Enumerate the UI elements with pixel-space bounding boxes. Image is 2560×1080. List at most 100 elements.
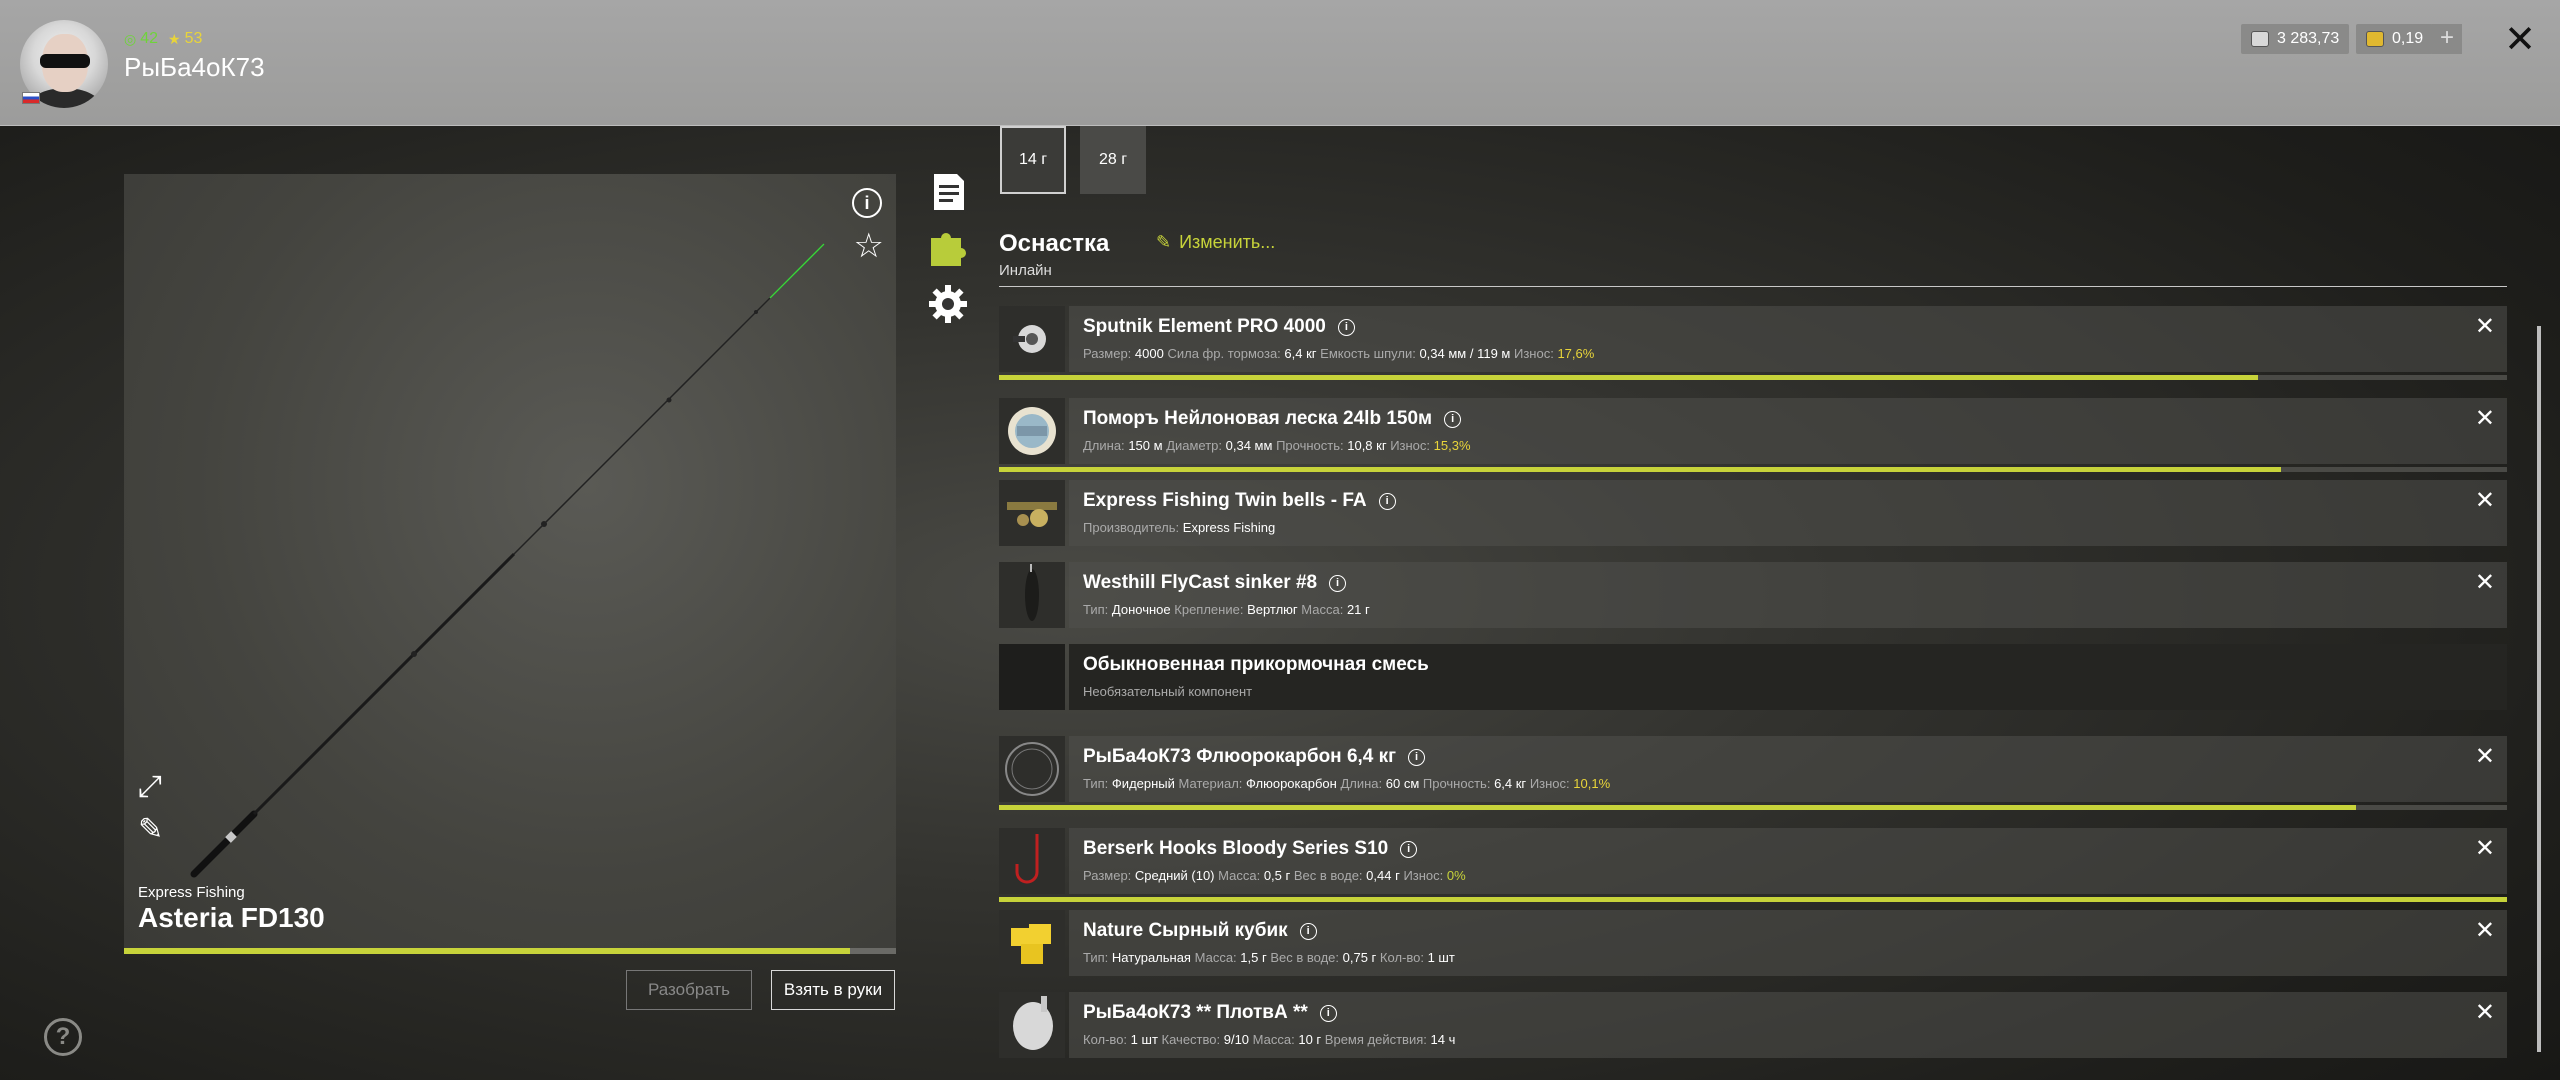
item-thumbnail bbox=[999, 736, 1065, 802]
tackle-item[interactable]: Westhill FlyCast sinker #8 i Тип: Доночное… bbox=[999, 562, 2507, 628]
prop-label: Износ: bbox=[1390, 438, 1431, 453]
prop-label: Диаметр: bbox=[1166, 438, 1223, 453]
prop-label: Крепление: bbox=[1174, 602, 1244, 617]
prop-label: Износ: bbox=[1529, 776, 1570, 791]
info-icon[interactable]: i bbox=[1408, 748, 1426, 766]
gear-icon[interactable] bbox=[928, 284, 968, 324]
prop-value: 0,5 г bbox=[1263, 868, 1291, 883]
info-icon[interactable]: i bbox=[852, 188, 882, 218]
rank-value: 53 bbox=[184, 30, 203, 47]
info-icon[interactable]: i bbox=[1299, 922, 1317, 940]
remove-item-icon[interactable]: ✕ bbox=[2475, 998, 2495, 1027]
prop-value: 0,75 г bbox=[1342, 950, 1377, 965]
disassemble-button[interactable]: Разобрать bbox=[626, 970, 752, 1010]
expand-icon[interactable]: ⤢ bbox=[138, 770, 162, 804]
tackle-item[interactable]: РыБа4оК73 ** ПлотвА ** i Кол-во: 1 шт Каче… bbox=[999, 992, 2507, 1058]
prop-label: Кол-во: bbox=[1379, 950, 1424, 965]
section-divider bbox=[999, 286, 2507, 287]
item-name: РыБа4оК73 Флюорокарбон 6,4 кг bbox=[1083, 746, 1397, 767]
silver-value: 3 283,73 bbox=[2277, 30, 2340, 47]
tackle-item[interactable]: Обыкновенная прикормочная смесь Необязате… bbox=[999, 644, 2507, 710]
description-icon[interactable] bbox=[929, 172, 969, 212]
item-thumbnail bbox=[999, 562, 1065, 628]
prop-value: 14 ч bbox=[1430, 1032, 1456, 1047]
take-in-hands-button[interactable]: Взять в руки bbox=[771, 970, 895, 1010]
help-icon[interactable]: ? bbox=[44, 1018, 82, 1056]
prop-label: Масса: bbox=[1194, 950, 1237, 965]
info-icon[interactable]: i bbox=[1329, 574, 1347, 592]
change-tackle-link[interactable]: ✎ Изменить... bbox=[1156, 232, 1275, 253]
pencil-icon[interactable]: ✎ bbox=[138, 812, 163, 847]
tackle-item[interactable]: Berserk Hooks Bloody Series S10 i Размер: … bbox=[999, 828, 2507, 894]
item-name-row: РыБа4оК73 Флюорокарбон 6,4 кг i bbox=[1083, 746, 1426, 768]
prop-label: Вес в воде: bbox=[1270, 950, 1340, 965]
remove-item-icon[interactable]: ✕ bbox=[2475, 834, 2495, 863]
item-name: Express Fishing Twin bells - FA bbox=[1083, 490, 1367, 511]
top-bar: ◎ 42 ★ 53 РыБа4оК73 3 283,73 0,19 + ✕ bbox=[0, 0, 2560, 126]
prop-value: Средний (10) bbox=[1134, 868, 1215, 883]
prop-value: 6,4 кг bbox=[1284, 346, 1317, 361]
info-icon[interactable]: i bbox=[1337, 318, 1355, 336]
item-name-row: РыБа4оК73 ** ПлотвА ** i bbox=[1083, 1002, 1337, 1024]
item-name-row: Поморъ Нейлоновая леска 24lb 150м i bbox=[1083, 408, 1462, 430]
tackle-item[interactable]: Nature Сырный кубик i Тип: Натуральная Мас… bbox=[999, 910, 2507, 976]
item-thumbnail bbox=[999, 480, 1065, 546]
remove-item-icon[interactable]: ✕ bbox=[2475, 568, 2495, 597]
weight-tab-14[interactable]: 14 г bbox=[1000, 126, 1066, 194]
item-thumbnail bbox=[999, 910, 1065, 976]
remove-item-icon[interactable]: ✕ bbox=[2475, 486, 2495, 515]
favorite-star-icon[interactable]: ☆ bbox=[854, 226, 884, 266]
weight-tab-28[interactable]: 28 г bbox=[1080, 126, 1146, 194]
item-name-row: Обыкновенная прикормочная смесь bbox=[1083, 654, 1429, 676]
prop-label: Масса: bbox=[1252, 1032, 1295, 1047]
prop-label: Длина: bbox=[1340, 776, 1383, 791]
item-name: Nature Сырный кубик bbox=[1083, 920, 1288, 941]
prop-value: 0,34 мм / 119 м bbox=[1419, 346, 1511, 361]
prop-value: Express Fishing bbox=[1182, 520, 1276, 535]
gold-balance[interactable]: 0,19 bbox=[2356, 24, 2434, 54]
prop-label: Материал: bbox=[1178, 776, 1243, 791]
item-body: РыБа4оК73 ** ПлотвА ** i Кол-во: 1 шт Каче… bbox=[1069, 992, 2507, 1058]
remove-item-icon[interactable]: ✕ bbox=[2475, 916, 2495, 945]
level-stat: ◎ 42 bbox=[124, 30, 158, 48]
silver-coin-icon bbox=[2251, 31, 2269, 47]
silver-balance[interactable]: 3 283,73 bbox=[2241, 24, 2350, 54]
level-value: 42 bbox=[140, 30, 159, 47]
tackle-item[interactable]: РыБа4оК73 Флюорокарбон 6,4 кг i Тип: Фидер… bbox=[999, 736, 2507, 802]
item-name: Sputnik Element PRO 4000 bbox=[1083, 316, 1326, 337]
item-durability-bar bbox=[999, 805, 2507, 810]
info-icon[interactable]: i bbox=[1319, 1004, 1337, 1022]
info-icon[interactable]: i bbox=[1444, 410, 1462, 428]
prop-label: Длина: bbox=[1083, 438, 1125, 453]
remove-item-icon[interactable]: ✕ bbox=[2475, 312, 2495, 341]
puzzle-icon[interactable] bbox=[927, 228, 967, 268]
prop-value: Вертлюг bbox=[1247, 602, 1298, 617]
info-icon[interactable]: i bbox=[1378, 492, 1396, 510]
scrollbar[interactable] bbox=[2537, 326, 2541, 1052]
add-currency-button[interactable]: + bbox=[2432, 24, 2462, 54]
item-body: Berserk Hooks Bloody Series S10 i Размер: … bbox=[1069, 828, 2507, 894]
rod-preview-panel: i ☆ ⤢ ✎ Express Fishing Asteria FD130 bbox=[124, 174, 896, 948]
level-icon: ◎ bbox=[124, 30, 137, 47]
item-durability-bar bbox=[999, 375, 2507, 380]
rod-durability-bar bbox=[124, 948, 896, 954]
item-body: Поморъ Нейлоновая леска 24lb 150м i Длина:… bbox=[1069, 398, 2507, 464]
prop-value: 60 см bbox=[1385, 776, 1420, 791]
rod-image bbox=[190, 243, 825, 878]
tackle-item[interactable]: Sputnik Element PRO 4000 i Размер: 4000 Си… bbox=[999, 306, 2507, 372]
tackle-item[interactable]: Express Fishing Twin bells - FA i Производ… bbox=[999, 480, 2507, 546]
rank-icon: ★ bbox=[168, 30, 181, 47]
item-body: Sputnik Element PRO 4000 i Размер: 4000 Си… bbox=[1069, 306, 2507, 372]
item-body: Express Fishing Twin bells - FA i Производ… bbox=[1069, 480, 2507, 546]
close-icon[interactable]: ✕ bbox=[2500, 20, 2540, 60]
remove-item-icon[interactable]: ✕ bbox=[2475, 404, 2495, 433]
tackle-item[interactable]: Поморъ Нейлоновая леска 24lb 150м i Длина:… bbox=[999, 398, 2507, 464]
prop-value: 0,44 г bbox=[1366, 868, 1400, 883]
prop-value: 1,5 г bbox=[1240, 950, 1267, 965]
prop-value: Фидерный bbox=[1111, 776, 1175, 791]
item-name-row: Berserk Hooks Bloody Series S10 i bbox=[1083, 838, 1418, 860]
remove-item-icon[interactable]: ✕ bbox=[2475, 742, 2495, 771]
item-properties: Тип: Натуральная Масса: 1,5 г Вес в воде… bbox=[1083, 950, 1455, 965]
info-icon[interactable]: i bbox=[1400, 840, 1418, 858]
prop-value: Натуральная bbox=[1111, 950, 1191, 965]
